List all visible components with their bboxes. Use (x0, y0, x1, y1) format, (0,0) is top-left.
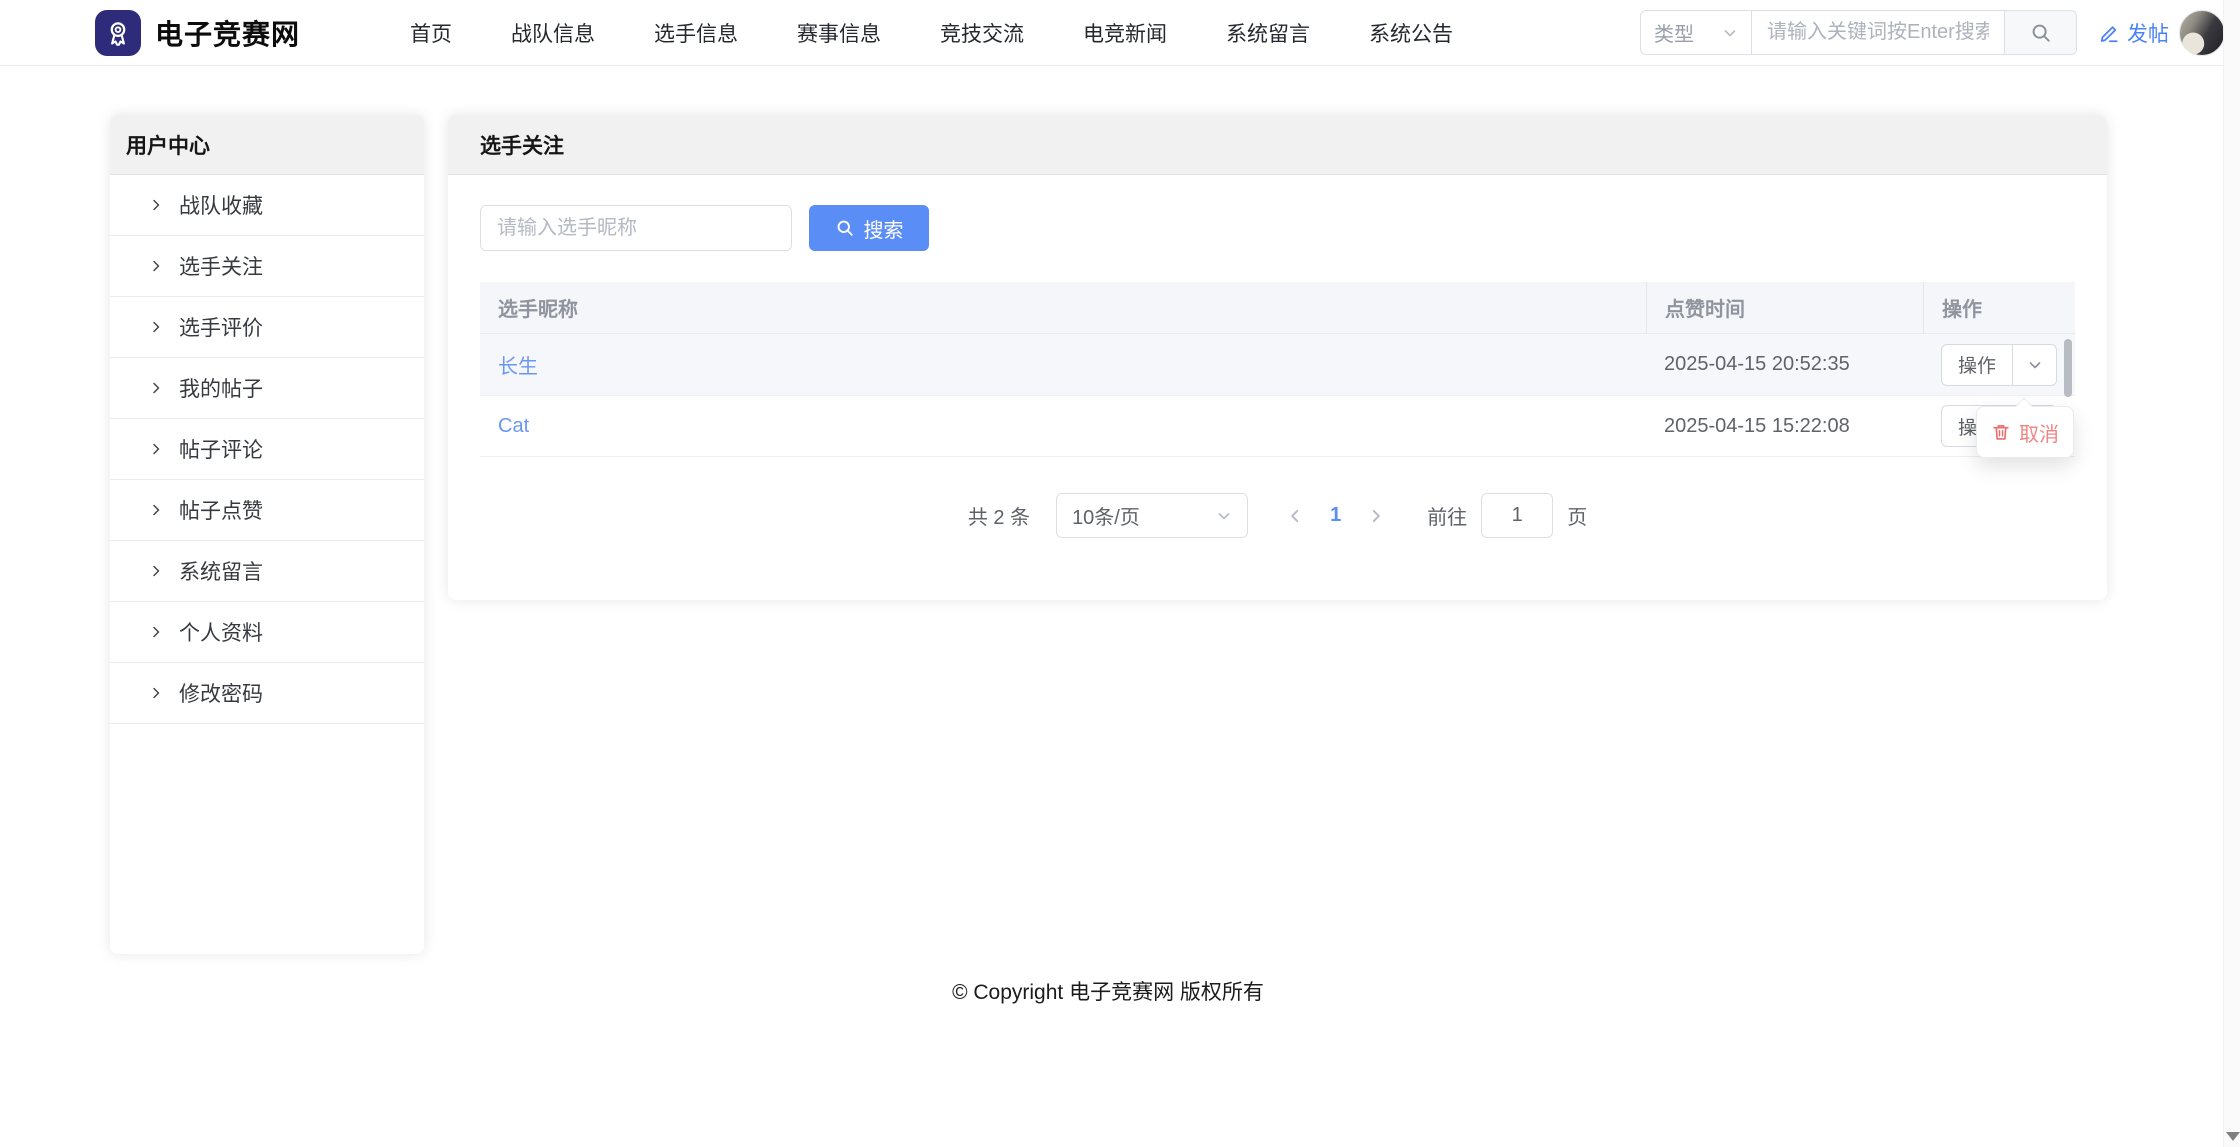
player-follow-panel: 选手关注 搜索 选手昵称 点赞时间 操作 长生 (448, 115, 2107, 600)
follow-table: 选手昵称 点赞时间 操作 长生 2025-04-15 20:52:35 操作 C… (480, 281, 2075, 457)
chevron-right-icon (148, 624, 164, 640)
search-icon (2030, 22, 2052, 44)
browser-scrollbar[interactable] (2223, 0, 2240, 1147)
sidebar-item-player-follow[interactable]: 选手关注 (110, 236, 424, 297)
player-link[interactable]: Cat (498, 415, 529, 437)
chevron-right-icon (148, 319, 164, 335)
chevron-right-icon (148, 685, 164, 701)
sidebar-item-label: 选手评价 (179, 317, 263, 340)
pagination: 共 2 条 10条/页 1 前往 页 (480, 493, 2075, 538)
sidebar-item-profile[interactable]: 个人资料 (110, 602, 424, 663)
user-avatar[interactable] (2179, 9, 2225, 56)
nav-item-forum[interactable]: 竞技交流 (940, 18, 1024, 48)
down-arrow-icon[interactable] (2226, 1132, 2240, 1141)
sidebar-item-change-password[interactable]: 修改密码 (110, 663, 424, 724)
column-header-nickname: 选手昵称 (498, 299, 578, 321)
chevron-right-icon (148, 197, 164, 213)
sidebar-item-post-likes[interactable]: 帖子点赞 (110, 480, 424, 541)
chevron-down-icon[interactable] (2012, 344, 2056, 385)
user-center-sidebar: 用户中心 战队收藏 选手关注 选手评价 我的帖子 帖子评论 帖子点赞 系统留言 (110, 115, 424, 954)
column-header-time: 点赞时间 (1646, 281, 1923, 334)
medal-icon (95, 9, 141, 56)
page-size-select[interactable]: 10条/页 (1056, 493, 1249, 538)
page-unit-label: 页 (1567, 507, 1588, 529)
column-header-action: 操作 (1923, 281, 2075, 334)
nav-item-players[interactable]: 选手信息 (654, 18, 738, 48)
sidebar-item-label: 帖子点赞 (179, 500, 263, 523)
keyword-search-input[interactable] (1752, 11, 2004, 54)
table-header: 选手昵称 点赞时间 操作 (480, 281, 2075, 334)
main-nav: 首页 战队信息 选手信息 赛事信息 竞技交流 电竞新闻 系统留言 系统公告 (410, 18, 1453, 48)
panel-title-label: 选手关注 (480, 134, 564, 158)
sidebar-title-label: 用户中心 (126, 134, 210, 158)
nav-item-news[interactable]: 电竞新闻 (1083, 18, 1167, 48)
action-dropdown-menu: 取消 (1976, 397, 2074, 458)
page-content: 用户中心 战队收藏 选手关注 选手评价 我的帖子 帖子评论 帖子点赞 系统留言 (0, 66, 2240, 954)
page-number-current[interactable]: 1 (1330, 504, 1341, 527)
sidebar-item-label: 战队收藏 (179, 195, 263, 218)
post-link-label: 发帖 (2127, 22, 2169, 46)
sidebar-item-label: 个人资料 (179, 622, 263, 645)
nav-item-events[interactable]: 赛事信息 (797, 18, 881, 48)
brand-title: 电子竞赛网 (155, 18, 301, 50)
next-page-button[interactable] (1367, 507, 1385, 525)
panel-title: 选手关注 (448, 115, 2107, 175)
keyword-search-button[interactable] (2004, 11, 2076, 54)
sidebar-item-label: 帖子评论 (179, 439, 263, 462)
sidebar-item-team-favorites[interactable]: 战队收藏 (110, 175, 424, 236)
table-row: 长生 2025-04-15 20:52:35 操作 (480, 334, 2075, 395)
chevron-right-icon (148, 502, 164, 518)
nav-item-messages[interactable]: 系统留言 (1226, 18, 1310, 48)
footer-copyright: © Copyright 电子竞赛网 版权所有 (952, 981, 1264, 1004)
action-split-button: 操作 (1941, 343, 2058, 386)
brand-logo[interactable]: 电子竞赛网 (95, 9, 301, 56)
chevron-down-icon (1722, 25, 1738, 41)
sidebar-item-label: 系统留言 (179, 561, 263, 584)
sidebar-item-label: 修改密码 (179, 683, 263, 706)
player-nickname-input[interactable] (480, 205, 792, 251)
sidebar-item-my-posts[interactable]: 我的帖子 (110, 358, 424, 419)
goto-label: 前往 (1427, 507, 1468, 529)
cancel-menu-item[interactable]: 取消 (2019, 418, 2059, 447)
chevron-right-icon (148, 441, 164, 457)
search-button[interactable]: 搜索 (809, 205, 929, 251)
pagination-total: 共 2 条 (967, 507, 1031, 529)
nav-item-home[interactable]: 首页 (410, 18, 452, 48)
prev-page-button[interactable] (1286, 507, 1304, 525)
player-search-row: 搜索 (480, 205, 2075, 251)
search-button-label: 搜索 (863, 219, 904, 242)
topbar: 电子竞赛网 首页 战队信息 选手信息 赛事信息 竞技交流 电竞新闻 系统留言 系… (0, 0, 2240, 66)
trash-icon (1991, 422, 2011, 442)
sidebar-item-system-messages[interactable]: 系统留言 (110, 541, 424, 602)
chevron-right-icon (148, 380, 164, 396)
nav-item-announcements[interactable]: 系统公告 (1369, 18, 1453, 48)
like-time: 2025-04-15 15:22:08 (1664, 414, 1850, 437)
player-link[interactable]: 长生 (498, 356, 538, 378)
panel-body: 搜索 选手昵称 点赞时间 操作 长生 2025-04-15 20:52:35 操… (448, 175, 2107, 538)
post-link[interactable]: 发帖 (2098, 18, 2169, 48)
sidebar-item-label: 我的帖子 (179, 378, 263, 401)
like-time: 2025-04-15 20:52:35 (1664, 353, 1850, 375)
goto-page-input[interactable] (1481, 493, 1554, 538)
type-select[interactable]: 类型 (1641, 11, 1752, 54)
action-button[interactable]: 操作 (1942, 345, 2012, 385)
sidebar-item-post-comments[interactable]: 帖子评论 (110, 419, 424, 480)
sidebar-title: 用户中心 (110, 115, 424, 175)
sidebar-item-player-reviews[interactable]: 选手评价 (110, 297, 424, 358)
chevron-right-icon (148, 258, 164, 274)
nav-item-teams[interactable]: 战队信息 (511, 18, 595, 48)
header-search-group: 类型 (1640, 10, 2077, 55)
chevron-right-icon (148, 563, 164, 579)
type-select-value: 类型 (1654, 24, 1694, 46)
edit-pencil-icon (2098, 22, 2120, 44)
page-size-value: 10条/页 (1072, 507, 1140, 529)
search-icon (835, 218, 855, 238)
table-row: Cat 2025-04-15 15:22:08 操作 (480, 395, 2075, 456)
topbar-right: 类型 发帖 (1640, 9, 2225, 56)
table-scrollbar-thumb[interactable] (2064, 339, 2072, 397)
sidebar-item-label: 选手关注 (179, 256, 263, 279)
chevron-down-icon (1216, 508, 1232, 524)
